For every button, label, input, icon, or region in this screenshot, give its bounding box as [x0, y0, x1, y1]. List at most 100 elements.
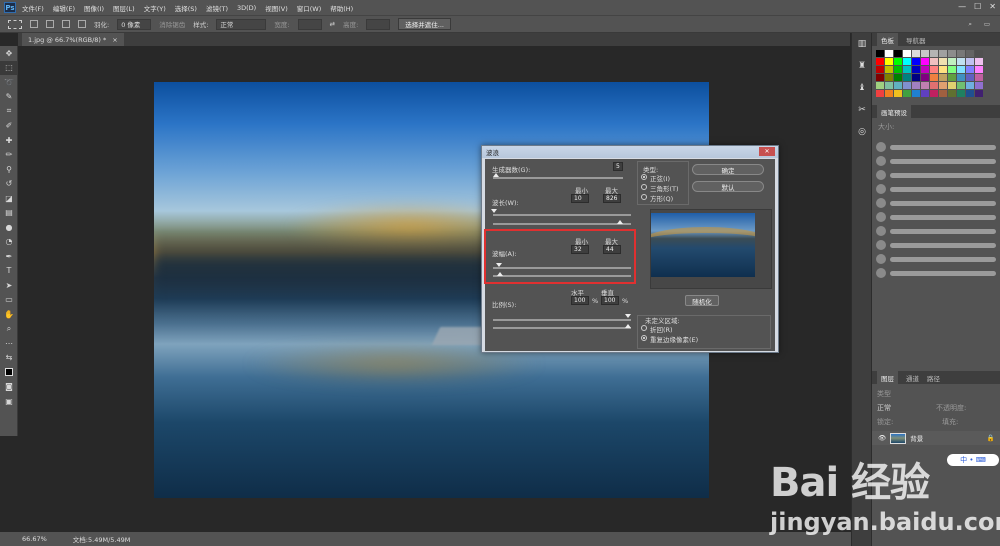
- maximize-icon[interactable]: ☐: [974, 2, 981, 11]
- repeat-edge-radio[interactable]: [641, 335, 647, 341]
- color-swatch[interactable]: [876, 82, 884, 89]
- color-swatch[interactable]: [975, 50, 983, 57]
- color-swatch[interactable]: [948, 66, 956, 73]
- type-triangle-label[interactable]: 三角形(T): [650, 183, 679, 193]
- color-swatch[interactable]: [903, 82, 911, 89]
- tab-layers[interactable]: 图层: [877, 371, 898, 384]
- wavelength-slider-min[interactable]: [493, 214, 631, 216]
- color-swatch[interactable]: [948, 90, 956, 97]
- pen-tool-icon[interactable]: ✒: [0, 249, 18, 264]
- properties-icon[interactable]: ♝: [852, 77, 872, 99]
- color-swatch[interactable]: [903, 90, 911, 97]
- tab-navigator[interactable]: 导航器: [906, 35, 926, 45]
- color-swatch[interactable]: [975, 90, 983, 97]
- default-button[interactable]: 默认: [692, 181, 764, 192]
- wavelength-slider-max[interactable]: [493, 223, 631, 225]
- color-swatch[interactable]: [930, 82, 938, 89]
- scale-horizontal-knob[interactable]: [625, 314, 631, 318]
- color-swatch[interactable]: [894, 82, 902, 89]
- crop-tool-icon[interactable]: ⌗: [0, 104, 18, 119]
- tab-swatches[interactable]: 色板: [877, 33, 898, 46]
- color-swatch[interactable]: [885, 66, 893, 73]
- brush-preset[interactable]: [876, 266, 996, 280]
- color-swatch[interactable]: [876, 66, 884, 73]
- rect-marquee-tool-icon[interactable]: ⬚: [0, 60, 18, 75]
- color-swatch[interactable]: [930, 58, 938, 65]
- type-tool-icon[interactable]: T: [0, 264, 18, 279]
- healing-brush-tool-icon[interactable]: ✚: [0, 133, 18, 148]
- style-select[interactable]: 正常: [216, 18, 267, 30]
- quick-mask-icon[interactable]: ◙: [0, 380, 18, 395]
- type-triangle-radio[interactable]: [641, 184, 647, 190]
- color-swatch[interactable]: [966, 50, 974, 57]
- color-swatch[interactable]: [966, 74, 974, 81]
- color-swatch[interactable]: [948, 82, 956, 89]
- brush-preset[interactable]: [876, 224, 996, 238]
- menu-file[interactable]: 文件(F): [22, 3, 44, 13]
- minimize-icon[interactable]: —: [958, 2, 966, 11]
- swap-icon[interactable]: ⇄: [330, 20, 335, 28]
- new-selection-icon[interactable]: [30, 20, 38, 28]
- color-swatch[interactable]: [894, 50, 902, 57]
- menu-filter[interactable]: 滤镜(T): [206, 3, 228, 13]
- scale-vertical-knob[interactable]: [625, 324, 631, 328]
- color-swatch[interactable]: [885, 74, 893, 81]
- brush-preset[interactable]: [876, 252, 996, 266]
- tab-paths[interactable]: 路径: [927, 373, 940, 383]
- menu-layer[interactable]: 图层(L): [113, 3, 135, 13]
- scale-horizontal-input[interactable]: 100: [571, 296, 589, 305]
- color-swatch[interactable]: [939, 50, 947, 57]
- dialog-close-button[interactable]: ✕: [759, 147, 775, 156]
- color-swatch[interactable]: [912, 58, 920, 65]
- zoom-level[interactable]: 66.67%: [22, 535, 47, 543]
- color-swatch[interactable]: [939, 82, 947, 89]
- color-swatch[interactable]: [921, 82, 929, 89]
- clone-stamp-tool-icon[interactable]: ⚲: [0, 162, 18, 177]
- menu-type[interactable]: 文字(Y): [144, 3, 166, 13]
- color-swatch[interactable]: [975, 58, 983, 65]
- height-input[interactable]: [366, 18, 391, 30]
- brush-settings-icon[interactable]: ✂: [852, 99, 872, 121]
- marquee-icon[interactable]: [8, 19, 22, 29]
- color-swatch[interactable]: [894, 66, 902, 73]
- color-swatch[interactable]: [912, 90, 920, 97]
- brush-preset[interactable]: [876, 182, 996, 196]
- color-swatch[interactable]: [930, 66, 938, 73]
- color-swatch[interactable]: [957, 50, 965, 57]
- menu-edit[interactable]: 编辑(E): [53, 3, 75, 13]
- add-selection-icon[interactable]: [46, 20, 54, 28]
- subtract-selection-icon[interactable]: [62, 20, 70, 28]
- color-swatch[interactable]: [939, 90, 947, 97]
- color-swatch[interactable]: [966, 90, 974, 97]
- color-swatch[interactable]: [921, 66, 929, 73]
- generators-input[interactable]: 5: [613, 162, 623, 171]
- brush-preset[interactable]: [876, 238, 996, 252]
- eraser-tool-icon[interactable]: ◪: [0, 191, 18, 206]
- layer-kind-filter[interactable]: 类型: [877, 389, 891, 399]
- color-swatch[interactable]: [894, 58, 902, 65]
- menu-view[interactable]: 视图(V): [265, 3, 288, 13]
- color-swatch[interactable]: [948, 74, 956, 81]
- brush-preset[interactable]: [876, 196, 996, 210]
- scale-vertical-slider[interactable]: [493, 327, 631, 329]
- color-swatch[interactable]: [948, 50, 956, 57]
- dodge-tool-icon[interactable]: ◔: [0, 235, 18, 250]
- visibility-eye-icon[interactable]: 👁: [878, 434, 886, 442]
- wavelength-min-knob[interactable]: [491, 209, 497, 213]
- color-swatch[interactable]: [876, 74, 884, 81]
- color-swatch[interactable]: [921, 90, 929, 97]
- tab-brush-presets[interactable]: 画笔预设: [877, 105, 911, 118]
- adjustments-icon[interactable]: ♜: [852, 55, 872, 77]
- shape-tool-icon[interactable]: ▭: [0, 293, 18, 308]
- color-swatch[interactable]: [957, 82, 965, 89]
- feather-input[interactable]: 0 像素: [117, 18, 152, 30]
- color-swatch[interactable]: [948, 58, 956, 65]
- color-swatch[interactable]: [885, 82, 893, 89]
- color-swatch[interactable]: [921, 50, 929, 57]
- scale-vertical-input[interactable]: 100: [601, 296, 619, 305]
- color-swatch[interactable]: [939, 66, 947, 73]
- brush-tool-icon[interactable]: ✏: [0, 148, 18, 163]
- color-swatch[interactable]: [939, 74, 947, 81]
- lasso-tool-icon[interactable]: ➰: [0, 75, 18, 90]
- type-square-label[interactable]: 方形(Q): [650, 193, 673, 203]
